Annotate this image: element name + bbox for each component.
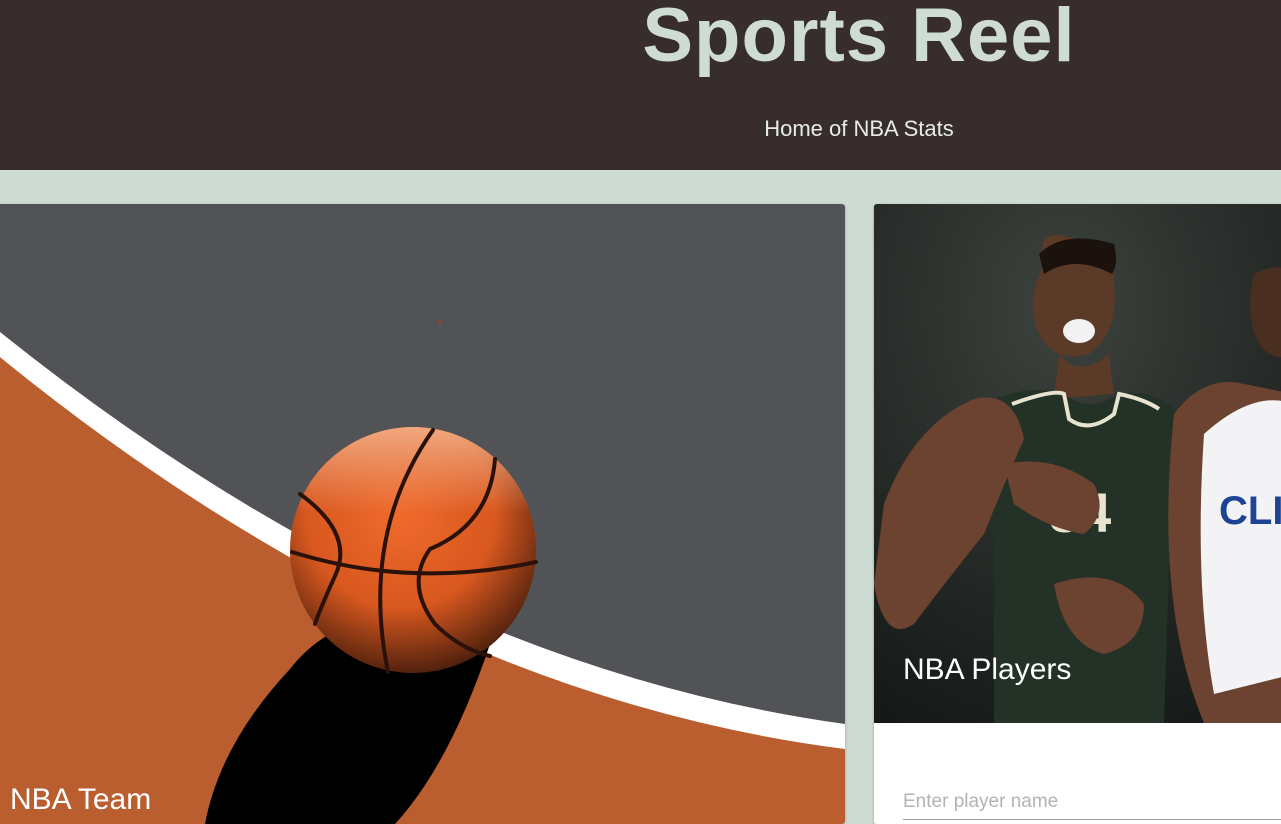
players-photo[interactable]: 34 CLIP (874, 204, 1281, 723)
nba-players-card[interactable]: 34 CLIP NBA Players (874, 204, 1281, 824)
nba-team-card[interactable]: NBA Team (0, 204, 845, 824)
site-title: Sports Reel (642, 0, 1076, 78)
svg-text:CLIP: CLIP (1219, 489, 1281, 533)
site-subtitle: Home of NBA Stats (764, 116, 954, 141)
player-name-input[interactable] (903, 785, 1281, 820)
team-card-title[interactable]: NBA Team (10, 782, 151, 818)
players-card-title[interactable]: NBA Players (903, 652, 1071, 688)
players-card-content (874, 723, 1281, 824)
site-header: Sports Reel Home of NBA Stats (0, 0, 1281, 170)
basketball-court-image[interactable] (0, 204, 845, 824)
